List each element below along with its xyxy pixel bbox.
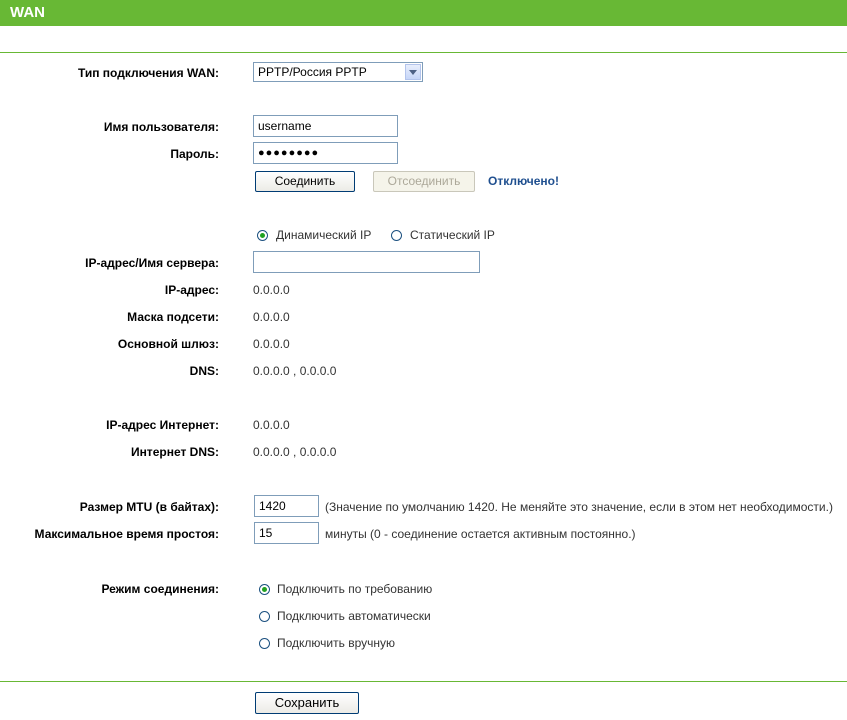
on-demand-radio[interactable]: [259, 584, 270, 595]
ip-address-value: 0.0.0.0: [253, 283, 290, 297]
gateway-label: Основной шлюз:: [117, 337, 219, 351]
page-header: WAN: [0, 0, 847, 26]
static-ip-label: Статический IP: [410, 228, 495, 242]
manual-connect-label: Подключить вручную: [277, 636, 395, 650]
bottom-divider: [0, 681, 847, 682]
connection-type-value: PPTP/Россия PPTP: [258, 65, 367, 79]
username-input[interactable]: [253, 115, 398, 137]
internet-ip-value: 0.0.0.0: [253, 418, 290, 432]
on-demand-label: Подключить по требованию: [277, 582, 433, 596]
connection-type-label: Тип подключения WAN:: [77, 66, 219, 80]
auto-connect-label: Подключить автоматически: [277, 609, 431, 623]
idle-time-hint: минуты (0 - соединение остается активным…: [325, 527, 636, 541]
dns-label: DNS:: [189, 364, 219, 378]
static-ip-radio[interactable]: [391, 230, 402, 241]
server-input[interactable]: [253, 251, 480, 273]
idle-time-label: Максимальное время простоя:: [34, 527, 219, 541]
connect-button[interactable]: Соединить: [255, 171, 355, 192]
mtu-hint: (Значение по умолчанию 1420. Не меняйте …: [325, 500, 833, 514]
dns-value: 0.0.0.0 , 0.0.0.0: [253, 364, 337, 378]
username-label: Имя пользователя:: [103, 120, 219, 134]
password-input[interactable]: ●●●●●●●●: [253, 142, 398, 164]
ip-address-label: IP-адрес:: [164, 283, 219, 297]
top-divider: [0, 52, 847, 53]
subnet-mask-value: 0.0.0.0: [253, 310, 290, 324]
server-label: IP-адрес/Имя сервера:: [85, 256, 219, 270]
connect-mode-label: Режим соединения:: [101, 582, 219, 596]
dynamic-ip-label: Динамический IP: [276, 228, 372, 242]
mtu-input[interactable]: [254, 495, 319, 517]
internet-ip-label: IP-адрес Интернет:: [106, 418, 219, 432]
dynamic-ip-radio[interactable]: [257, 230, 268, 241]
connection-type-select[interactable]: PPTP/Россия PPTP: [253, 62, 423, 82]
disconnect-button[interactable]: Отсоединить: [373, 171, 475, 192]
internet-dns-label: Интернет DNS:: [130, 445, 219, 459]
gateway-value: 0.0.0.0: [253, 337, 290, 351]
page-title: WAN: [10, 4, 45, 21]
auto-connect-radio[interactable]: [259, 611, 270, 622]
chevron-down-icon[interactable]: [405, 64, 421, 80]
password-label: Пароль:: [170, 147, 219, 161]
save-button[interactable]: Сохранить: [255, 692, 359, 714]
mtu-label: Размер MTU (в байтах):: [79, 500, 219, 514]
subnet-mask-label: Маска подсети:: [127, 310, 219, 324]
idle-time-input[interactable]: [254, 522, 319, 544]
internet-dns-value: 0.0.0.0 , 0.0.0.0: [253, 445, 337, 459]
connection-status: Отключено!: [488, 174, 559, 188]
manual-connect-radio[interactable]: [259, 638, 270, 649]
